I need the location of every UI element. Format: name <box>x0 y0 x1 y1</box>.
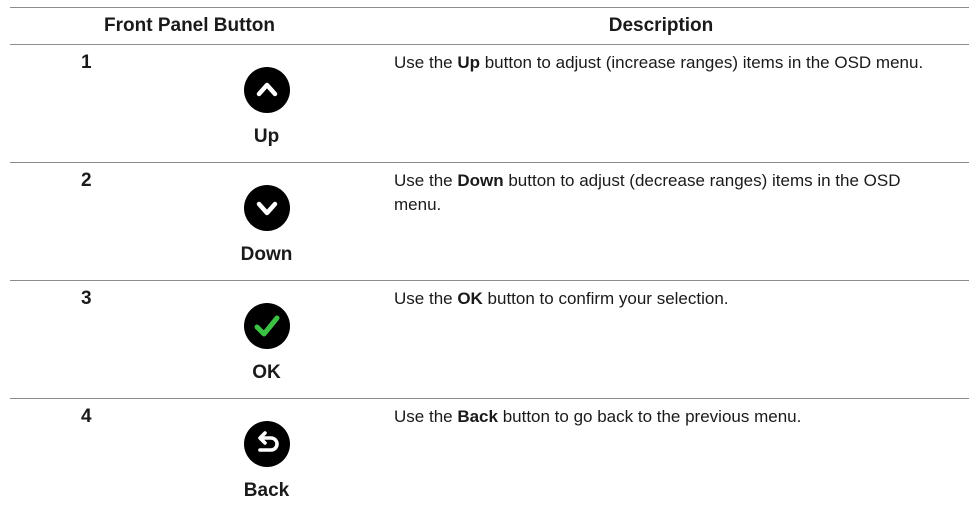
table-row: 3 OK Use the OK button to confirm your s… <box>10 280 970 399</box>
button-label: Back <box>243 480 290 501</box>
button-description: Use the Down button to adjust (decrease … <box>353 162 970 281</box>
table-row: 1 Up Use the Up button to adjust (increa… <box>10 44 970 163</box>
back-arrow-icon <box>243 421 290 467</box>
button-label: OK <box>252 362 281 383</box>
table-row: 4 Back Use the Back button to go back to… <box>10 399 969 513</box>
table-row: 2 Down Use the Down button to adjust (de… <box>10 162 970 281</box>
button-label: Up <box>253 126 280 147</box>
button-description: Use the Back button to go back to the pr… <box>394 407 802 426</box>
column-header-button: Front Panel Button <box>10 7 354 45</box>
checkmark-icon <box>243 303 290 349</box>
button-cell: Back <box>180 399 353 513</box>
button-description: Use the Up button to adjust (increase ra… <box>353 44 970 163</box>
button-cell: Up <box>180 44 354 163</box>
button-label: Down <box>240 244 293 265</box>
button-cell: OK <box>180 280 354 399</box>
chevron-up-icon <box>243 67 290 113</box>
chevron-down-icon <box>243 185 290 231</box>
button-cell: Down <box>180 162 354 281</box>
column-header-description: Description <box>353 7 970 45</box>
button-description: Use the OK button to confirm your select… <box>353 280 970 399</box>
button-number: 2 <box>10 162 180 281</box>
button-number: 4 <box>81 406 92 427</box>
table-header-row: Front Panel Button Description <box>10 7 970 45</box>
button-number: 3 <box>10 280 180 399</box>
front-panel-button-table: Front Panel Button Description 1 Up Use … <box>10 7 970 513</box>
button-number: 1 <box>10 44 180 163</box>
